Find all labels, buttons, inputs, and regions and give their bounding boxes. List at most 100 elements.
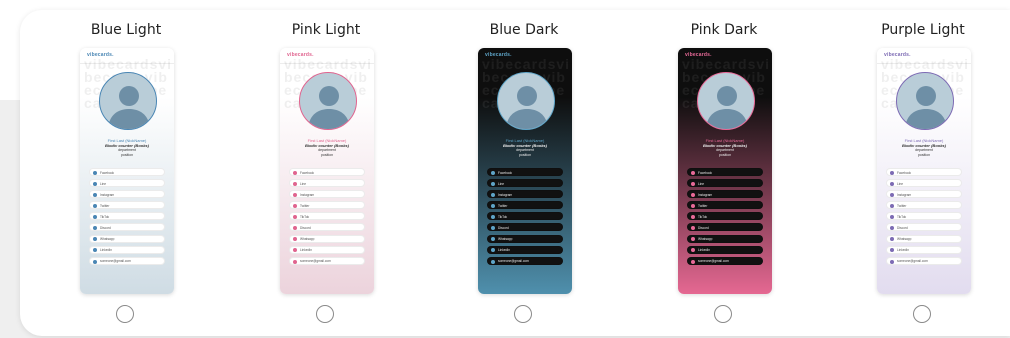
- profile-info: First Last (NickName) Biodiv counter (Bo…: [284, 138, 370, 157]
- theme-radio-button[interactable]: [714, 305, 732, 323]
- social-link-label: someone@gmail.com: [698, 259, 729, 264]
- social-link-row[interactable]: Twitter: [89, 201, 165, 210]
- social-link-label: LinkedIn: [897, 248, 910, 253]
- social-link-label: Facebook: [897, 170, 911, 175]
- social-link-row[interactable]: someone@gmail.com: [487, 256, 563, 265]
- social-link-row[interactable]: Line: [687, 179, 763, 188]
- social-link-label: TikTok: [100, 214, 110, 219]
- link-icon: [93, 215, 97, 220]
- social-link-row[interactable]: Line: [289, 179, 365, 188]
- theme-preview-card[interactable]: vibecardsvibecardsvibecardsvibecards vib…: [877, 48, 971, 294]
- social-link-row[interactable]: Discord: [487, 223, 563, 232]
- theme-preview-card[interactable]: vibecardsvibecardsvibecardsvibecards vib…: [280, 48, 374, 294]
- social-links-list: Facebook Line Instagram Twitter TikTok Discor…: [89, 168, 165, 268]
- social-link-label: Instagram: [498, 192, 513, 197]
- link-icon: [93, 204, 97, 209]
- social-link-label: Instagram: [300, 192, 315, 197]
- theme-radio-button[interactable]: [913, 305, 931, 323]
- social-link-label: LinkedIn: [300, 248, 313, 253]
- social-link-row[interactable]: TikTok: [886, 212, 962, 221]
- social-link-row[interactable]: Twitter: [289, 201, 365, 210]
- social-link-label: someone@gmail.com: [100, 259, 131, 264]
- social-link-row[interactable]: someone@gmail.com: [289, 256, 365, 265]
- social-link-row[interactable]: Discord: [687, 223, 763, 232]
- social-link-row[interactable]: LinkedIn: [289, 245, 365, 254]
- social-link-row[interactable]: Instagram: [487, 190, 563, 199]
- social-link-row[interactable]: TikTok: [487, 212, 563, 221]
- social-link-row[interactable]: LinkedIn: [487, 245, 563, 254]
- header-divider: [478, 63, 572, 64]
- social-link-label: Discord: [100, 226, 111, 231]
- profile-info: First Last (NickName) Biodiv counter (Bo…: [84, 138, 170, 157]
- social-link-row[interactable]: Line: [487, 179, 563, 188]
- social-link-label: Facebook: [498, 170, 512, 175]
- social-link-row[interactable]: Facebook: [886, 168, 962, 176]
- link-icon: [93, 248, 97, 253]
- theme-preview-card[interactable]: vibecardsvibecardsvibecardsvibecards vib…: [478, 48, 572, 294]
- social-link-row[interactable]: TikTok: [289, 212, 365, 221]
- profile-position: position: [917, 152, 931, 157]
- theme-option-2: Blue Dark vibecardsvibecardsvibecardsvib…: [475, 10, 573, 336]
- theme-title: Pink Light: [291, 22, 361, 38]
- social-link-row[interactable]: Instagram: [886, 190, 962, 199]
- social-link-row[interactable]: Discord: [289, 223, 365, 232]
- social-link-row[interactable]: Line: [886, 179, 962, 188]
- link-icon: [491, 226, 495, 231]
- social-link-label: Whatsapp: [498, 237, 513, 242]
- social-link-row[interactable]: Whatsapp: [89, 234, 165, 243]
- social-link-row[interactable]: Facebook: [89, 168, 165, 176]
- link-icon: [491, 192, 495, 197]
- link-icon: [491, 259, 495, 264]
- social-link-row[interactable]: Whatsapp: [289, 234, 365, 243]
- header-divider: [280, 63, 374, 64]
- social-link-label: Whatsapp: [897, 237, 912, 242]
- social-link-row[interactable]: Facebook: [487, 168, 563, 176]
- link-icon: [691, 192, 695, 197]
- social-link-row[interactable]: someone@gmail.com: [687, 256, 763, 265]
- social-link-row[interactable]: Facebook: [687, 168, 763, 176]
- avatar: [497, 72, 555, 130]
- social-link-row[interactable]: Instagram: [89, 190, 165, 199]
- social-link-row[interactable]: Discord: [886, 223, 962, 232]
- social-link-row[interactable]: Twitter: [886, 201, 962, 210]
- social-link-row[interactable]: someone@gmail.com: [886, 256, 962, 265]
- social-link-row[interactable]: Instagram: [289, 190, 365, 199]
- social-link-row[interactable]: Line: [89, 179, 165, 188]
- social-link-row[interactable]: Whatsapp: [886, 234, 962, 243]
- social-link-row[interactable]: Whatsapp: [487, 234, 563, 243]
- social-link-row[interactable]: Facebook: [289, 168, 365, 176]
- social-link-row[interactable]: TikTok: [89, 212, 165, 221]
- social-link-row[interactable]: someone@gmail.com: [89, 256, 165, 265]
- social-link-row[interactable]: Twitter: [687, 201, 763, 210]
- social-link-row[interactable]: LinkedIn: [687, 245, 763, 254]
- social-link-row[interactable]: Instagram: [687, 190, 763, 199]
- profile-info: First Last (NickName) Biodiv counter (Bo…: [881, 138, 967, 157]
- link-icon: [93, 259, 97, 264]
- social-link-label: Twitter: [100, 203, 110, 208]
- link-icon: [293, 215, 297, 220]
- link-icon: [890, 181, 894, 186]
- theme-radio-button[interactable]: [116, 305, 134, 323]
- person-silhouette-icon: [506, 86, 548, 129]
- brand-logo: vibecards.: [884, 52, 911, 58]
- theme-preview-card[interactable]: vibecardsvibecardsvibecardsvibecards vib…: [678, 48, 772, 294]
- link-icon: [890, 215, 894, 220]
- link-icon: [491, 237, 495, 242]
- link-icon: [93, 192, 97, 197]
- social-link-row[interactable]: Whatsapp: [687, 234, 763, 243]
- social-link-row[interactable]: Twitter: [487, 201, 563, 210]
- social-link-label: Instagram: [698, 192, 713, 197]
- theme-radio-button[interactable]: [316, 305, 334, 323]
- social-link-row[interactable]: LinkedIn: [89, 245, 165, 254]
- link-icon: [691, 259, 695, 264]
- theme-radio-button[interactable]: [514, 305, 532, 323]
- theme-preview-card[interactable]: vibecardsvibecardsvibecardsvibecards vib…: [80, 48, 174, 294]
- link-icon: [93, 181, 97, 186]
- social-link-row[interactable]: LinkedIn: [886, 245, 962, 254]
- link-icon: [890, 237, 894, 242]
- link-icon: [691, 248, 695, 253]
- link-icon: [691, 215, 695, 220]
- social-link-row[interactable]: Discord: [89, 223, 165, 232]
- social-link-row[interactable]: TikTok: [687, 212, 763, 221]
- link-icon: [691, 226, 695, 231]
